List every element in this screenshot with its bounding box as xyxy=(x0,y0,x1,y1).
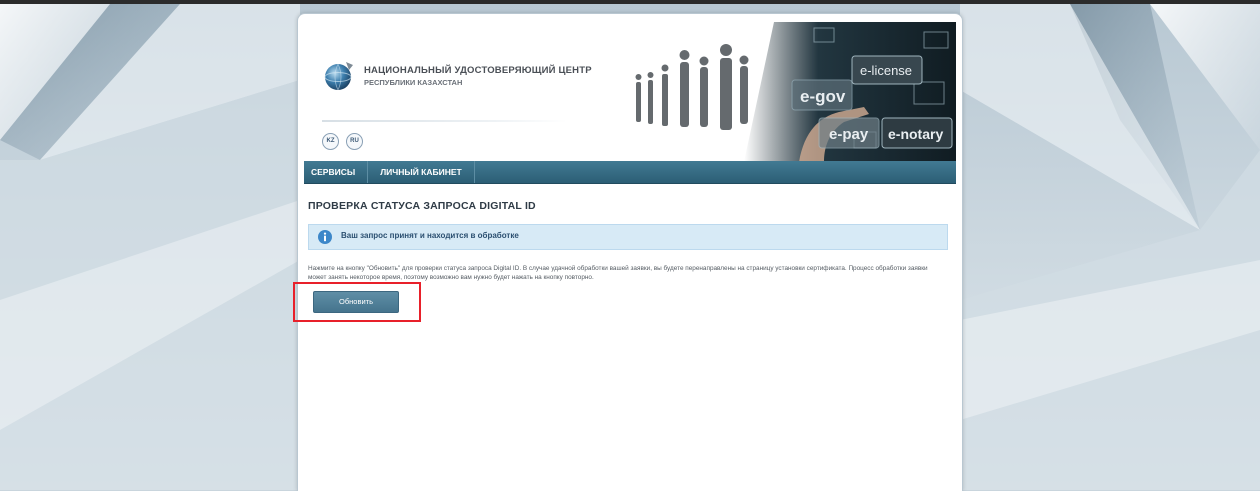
refresh-button[interactable]: Обновить xyxy=(313,291,399,313)
status-alert: Ваш запрос принят и находится в обработк… xyxy=(308,224,948,250)
promo-tile-elicense: e-license xyxy=(851,55,923,85)
language-ru-button[interactable]: RU xyxy=(346,133,363,150)
page-title: ПРОВЕРКА СТАТУСА ЗАПРОСА DIGITAL ID xyxy=(308,200,536,212)
promo-tile-egov: e-gov xyxy=(791,79,853,111)
promo-tile-enotary: e-notary xyxy=(881,117,953,149)
svg-text:e-license: e-license xyxy=(860,63,912,78)
instruction-text: Нажмите на кнопку "Обновить" для проверк… xyxy=(308,265,928,281)
promo-tile-epay: e-pay xyxy=(818,117,880,149)
nav-item-personal-cabinet[interactable]: ЛИЧНЫЙ КАБИНЕТ xyxy=(368,161,475,183)
header-promo-banner: e-gov e-license e-pay e-notary xyxy=(624,22,956,162)
svg-text:e-pay: e-pay xyxy=(829,126,869,143)
main-nav: СЕРВИСЫ ЛИЧНЫЙ КАБИНЕТ xyxy=(304,161,956,184)
site-header: НАЦИОНАЛЬНЫЙ УДОСТОВЕРЯЮЩИЙ ЦЕНТР РЕСПУБ… xyxy=(304,22,956,162)
language-kz-button[interactable]: KZ xyxy=(322,133,339,150)
nav-item-services[interactable]: СЕРВИСЫ xyxy=(304,161,369,183)
info-icon xyxy=(318,230,332,244)
org-name-subtitle: РЕСПУБЛИКИ КАЗАХСТАН xyxy=(364,78,463,87)
top-edge-bar xyxy=(0,0,1260,4)
page-card: НАЦИОНАЛЬНЫЙ УДОСТОВЕРЯЮЩИЙ ЦЕНТР РЕСПУБ… xyxy=(297,13,963,491)
svg-text:e-notary: e-notary xyxy=(888,126,943,142)
logo-globe-icon xyxy=(324,62,353,91)
org-name-title: НАЦИОНАЛЬНЫЙ УДОСТОВЕРЯЮЩИЙ ЦЕНТР xyxy=(364,65,592,76)
alert-message: Ваш запрос принят и находится в обработк… xyxy=(341,231,519,240)
svg-text:e-gov: e-gov xyxy=(800,87,846,106)
header-divider xyxy=(322,120,567,122)
